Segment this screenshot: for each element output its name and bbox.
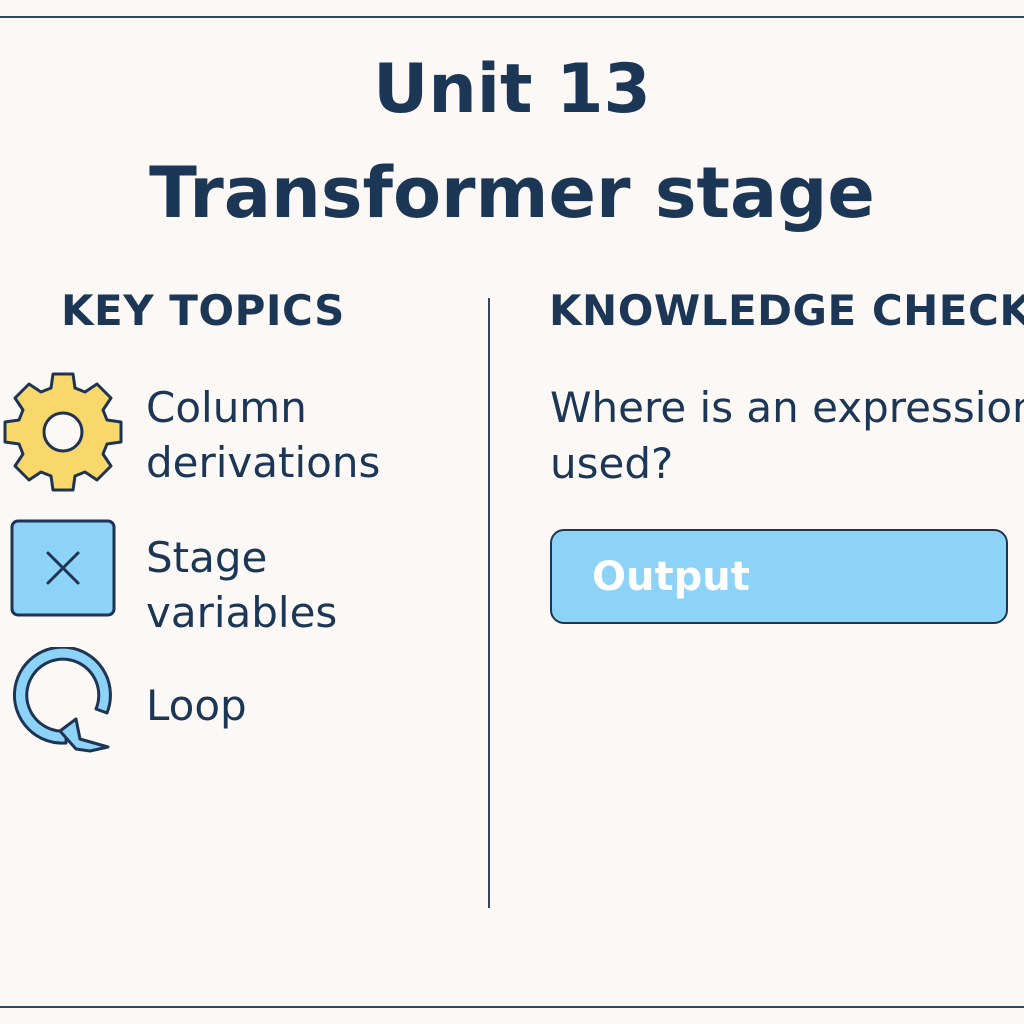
topic-label-stage: Stage: [146, 533, 268, 582]
x-box-icon: [10, 519, 116, 617]
knowledge-check-heading: KNOWLEDGE CHECK: [549, 286, 1024, 335]
knowledge-check-question: Where is an expression used?: [550, 383, 1024, 488]
loop-arrow-icon: [12, 647, 112, 753]
unit-subtitle: Transformer stage: [149, 152, 875, 234]
answer-output-button[interactable]: Output: [550, 529, 1008, 624]
gear-icon: [3, 372, 123, 492]
unit-title: Unit 13: [373, 50, 651, 129]
bottom-border: [0, 1006, 1024, 1008]
topic-label-derivations: derivations: [146, 438, 381, 487]
topic-label-variables: variables: [146, 588, 338, 637]
column-divider: [488, 298, 490, 908]
top-border: [0, 16, 1024, 18]
topic-label-loop: Loop: [146, 681, 247, 730]
topic-label-column: Column: [146, 383, 307, 432]
key-topics-heading: KEY TOPICS: [61, 286, 345, 335]
